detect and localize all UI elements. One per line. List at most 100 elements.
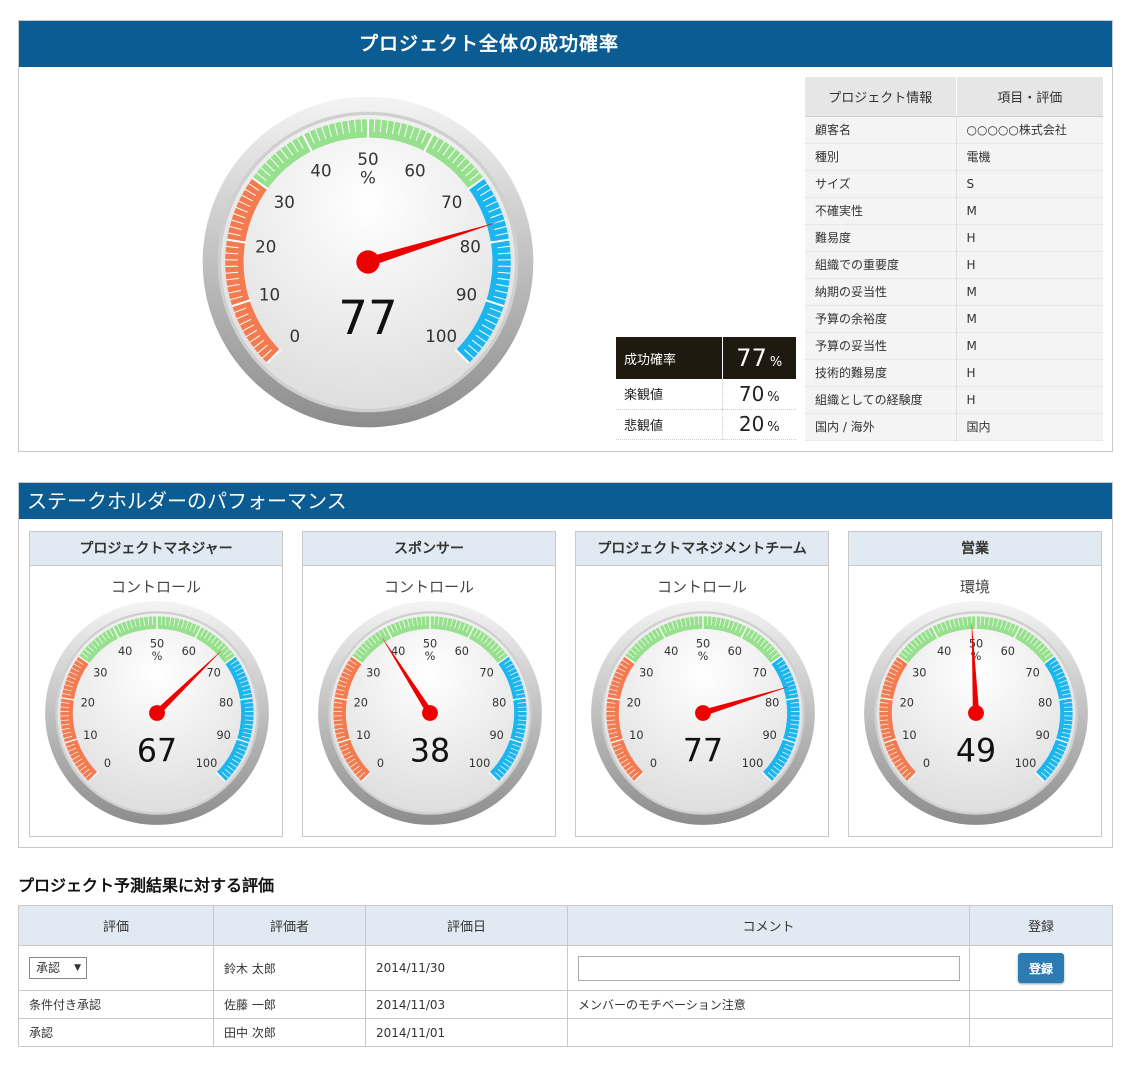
info-label: サイズ bbox=[805, 170, 956, 198]
info-value: ○○○○○株式会社 bbox=[955, 116, 1103, 144]
gauge-unit: % bbox=[152, 650, 163, 663]
gauge-tick bbox=[373, 119, 376, 132]
info-header-rating: 項目・評価 bbox=[955, 77, 1103, 117]
gauge-tick-label: 60 bbox=[728, 645, 742, 658]
gauge-value: 77 bbox=[683, 734, 723, 770]
info-label: 納期の妥当性 bbox=[805, 278, 956, 306]
pessimistic-unit: % bbox=[767, 420, 780, 435]
row-comment: メンバーのモチベーション注意 bbox=[567, 990, 970, 1019]
comment-cell bbox=[567, 945, 970, 991]
pessimistic-value-cell: 20% bbox=[721, 409, 796, 440]
comment-input[interactable] bbox=[578, 955, 960, 981]
gauge-tick-label: 30 bbox=[366, 666, 380, 679]
gauge-tick-label: 80 bbox=[1038, 697, 1052, 710]
gauge-tick-label: 10 bbox=[629, 729, 643, 742]
info-row: 技術的難易度 H bbox=[805, 359, 1103, 387]
gauge-tick-label: 30 bbox=[639, 666, 653, 679]
info-row: 予算の妥当性 M bbox=[805, 332, 1103, 360]
gauge-tick bbox=[360, 119, 363, 132]
gauge-unit: % bbox=[425, 650, 436, 663]
info-label: 不確実性 bbox=[805, 197, 956, 225]
gauge-tick-label: 100 bbox=[196, 757, 218, 770]
overall-title: プロジェクト全体の成功確率 bbox=[19, 21, 1112, 67]
gauge-unit: % bbox=[360, 169, 376, 188]
gauge-hub bbox=[356, 250, 380, 274]
gauge-tick-label: 0 bbox=[650, 757, 657, 770]
info-row: 組織での重要度 H bbox=[805, 251, 1103, 279]
stakeholder-card-subtitle: コントロール bbox=[656, 578, 747, 596]
success-value: 77 bbox=[736, 344, 767, 372]
info-row: 難易度 H bbox=[805, 224, 1103, 252]
info-row: 組織としての経験度 H bbox=[805, 386, 1103, 414]
gauge-hub bbox=[968, 705, 984, 721]
stakeholder-gauge: 0102030405060708090100%38 bbox=[318, 601, 542, 825]
register-button[interactable]: 登録 bbox=[1018, 953, 1064, 983]
info-label: 組織での重要度 bbox=[805, 251, 956, 279]
gauge-tick-label: 20 bbox=[81, 697, 95, 710]
stakeholder-card: プロジェクトマネジャー コントロール 0 10 20 30 40 50 60 70 80 90 100%… bbox=[29, 531, 283, 837]
gauge-tick-label: 20 bbox=[354, 697, 368, 710]
rating-select[interactable]: 承認 ▼ bbox=[29, 957, 87, 979]
gauge-tick-label: 0 bbox=[104, 757, 111, 770]
stakeholder-card: 営業 環境 0 10 20 30 40 50 60 70 80 90 100% 49 bbox=[848, 531, 1102, 837]
stakeholder-card-subtitle: コントロール bbox=[110, 578, 201, 596]
gauge-tick-label: 10 bbox=[259, 286, 280, 305]
gauge-tick-label: 100 bbox=[469, 757, 491, 770]
stakeholder-panel: ステークホルダーのパフォーマンス プロジェクトマネジャー コントロール 0 10 20 3… bbox=[18, 482, 1113, 848]
gauge-tick-label: 30 bbox=[274, 193, 295, 212]
register-cell: 登録 bbox=[969, 945, 1113, 991]
pessimistic-label: 悲観値 bbox=[616, 409, 722, 440]
info-row: 不確実性 M bbox=[805, 197, 1103, 225]
gauge-tick-label: 50 bbox=[969, 637, 983, 650]
gauge-value: 67 bbox=[137, 734, 177, 770]
eval-header-rating: 評価 bbox=[18, 905, 214, 946]
gauge-tick-label: 40 bbox=[664, 645, 678, 658]
gauge-value: 77 bbox=[338, 292, 398, 346]
success-unit: % bbox=[769, 355, 783, 370]
info-value: H bbox=[955, 359, 1103, 387]
info-value: M bbox=[955, 305, 1103, 333]
eval-header-register: 登録 bbox=[969, 905, 1113, 946]
gauge-tick-label: 70 bbox=[206, 666, 220, 679]
project-info-table: プロジェクト情報 項目・評価 顧客名 ○○○○○株式会社 種別 電機 サイズ S 不確実性 M… bbox=[805, 77, 1103, 441]
row-evaluator: 佐藤 一郎 bbox=[213, 990, 366, 1019]
gauge-tick-label: 30 bbox=[93, 666, 107, 679]
info-label: 予算の余裕度 bbox=[805, 305, 956, 333]
row-date: 2014/11/01 bbox=[365, 1018, 568, 1047]
info-header-project: プロジェクト情報 bbox=[805, 77, 956, 117]
row-evaluator: 田中 次郎 bbox=[213, 1018, 366, 1047]
stakeholder-card-subtitle: 環境 bbox=[959, 578, 990, 596]
row-rating: 条件付き承認 bbox=[18, 990, 214, 1019]
gauge-tick-label: 50 bbox=[150, 637, 164, 650]
info-label: 国内 / 海外 bbox=[805, 413, 956, 441]
gauge-tick-label: 10 bbox=[83, 729, 97, 742]
info-value: H bbox=[955, 224, 1103, 252]
gauge-tick-label: 80 bbox=[460, 237, 481, 256]
stakeholder-card-title: スポンサー bbox=[303, 532, 555, 566]
info-row: 種別 電機 bbox=[805, 143, 1103, 171]
gauge-tick-label: 20 bbox=[255, 237, 276, 256]
gauge-tick-label: 60 bbox=[404, 161, 425, 180]
gauge-tick-label: 0 bbox=[377, 757, 384, 770]
table-row: 承認 田中 次郎 2014/11/01 bbox=[18, 1018, 1113, 1047]
gauge-tick-label: 0 bbox=[923, 757, 930, 770]
info-row: サイズ S bbox=[805, 170, 1103, 198]
gauge-value: 38 bbox=[410, 734, 450, 770]
optimistic-value: 70 bbox=[738, 381, 765, 406]
evaluation-table: 評価 評価者 評価日 コメント 登録 承認 ▼ 鈴木 太郎 2014/11/30 … bbox=[18, 905, 1113, 1047]
stakeholder-gauge: 0 10 20 30 40 50 60 70 80 90 100% 77 bbox=[591, 601, 815, 825]
success-label: 成功確率 bbox=[616, 337, 722, 379]
table-row: 条件付き承認 佐藤 一郎 2014/11/03 メンバーのモチベーション注意 bbox=[18, 990, 1113, 1019]
gauge-tick-label: 80 bbox=[219, 697, 233, 710]
rating-select-cell: 承認 ▼ bbox=[18, 945, 214, 991]
eval-header-comment: コメント bbox=[567, 905, 970, 946]
info-value: M bbox=[955, 278, 1103, 306]
info-value: H bbox=[955, 251, 1103, 279]
gauge-tick-label: 50 bbox=[423, 637, 437, 650]
gauge-tick-label: 80 bbox=[765, 697, 779, 710]
chevron-down-icon: ▼ bbox=[74, 963, 81, 973]
gauge-tick-label: 100 bbox=[742, 757, 764, 770]
info-value: M bbox=[955, 197, 1103, 225]
eval-edit-row: 承認 ▼ 鈴木 太郎 2014/11/30 登録 bbox=[18, 945, 1113, 991]
edit-date: 2014/11/30 bbox=[365, 945, 568, 991]
